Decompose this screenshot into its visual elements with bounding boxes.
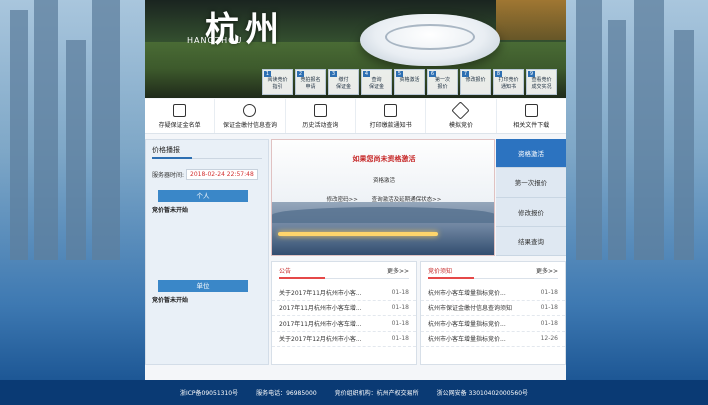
notice-panel: 公告 更多>> 关于2017年11月杭州市小客... 01-18 2017年11月… [271,261,417,365]
quick-link-downloads[interactable]: 相关文件下载 [497,99,566,133]
step-5[interactable]: 5 资格激活 [394,69,425,95]
quick-link-history[interactable]: 历史活动查询 [286,99,356,133]
list-item[interactable]: 杭州市保证金缴付信息查询须知 01-18 [421,301,565,316]
step-3[interactable]: 3 缴付 保证金 [328,69,359,95]
company-tag: 单位 [158,280,248,292]
notice-title: 公告 [279,268,292,275]
personal-tag: 个人 [158,190,248,202]
header-banner: 杭州 HANGZHOU 1 阅读竞价 指引 2 竞拍报名 申请 3 缴付 保证金 4查… [145,0,566,98]
activation-panel: 如果您尚未资格激活 资格激活 修改密码>> 查询激活及延期通保状态>> [271,139,495,256]
personal-status: 竞价暂未开始 [152,207,189,214]
list-item[interactable]: 杭州市小客车增量指标竞价... 01-18 [421,316,565,332]
activation-link[interactable]: 资格激活 [272,176,494,184]
background-cityscape-right [566,0,708,380]
main-container: 杭州 HANGZHOU 1 阅读竞价 指引 2 竞拍报名 申请 3 缴付 保证金 4查… [145,0,566,380]
bid-guide-more-link[interactable]: 更多>> [536,266,558,275]
step-2[interactable]: 2 竞拍报名 申请 [295,69,326,95]
footer-police[interactable]: 浙公网安备 33010402000560号 [437,388,528,397]
bid-guide-panel: 竞价须知 更多>> 杭州市小客车增量指标竞价... 01-18 杭州市保证金缴付信… [420,261,566,365]
lake-image [272,202,494,255]
panel-title: 价格播报 [152,146,180,154]
bid-actions-menu: 资格激活 第一次报价 修改报价 结果查询 [496,139,566,256]
book-icon [524,103,538,117]
step-7[interactable]: 7 修改报价 [460,69,491,95]
quick-link-mock-bid[interactable]: 模拟竞价 [426,99,497,133]
process-steps: 1 阅读竞价 指引 2 竞拍报名 申请 3 缴付 保证金 4 查询 保证金 5 资格激活 … [262,69,557,95]
list-item[interactable]: 杭州市小客车增量指标竞价... 01-18 [421,285,565,301]
quick-link-print-notice[interactable]: 打印缴款通知书 [356,99,427,133]
footer-org: 竞价组织机构：杭州产权交易所 [334,390,419,397]
price-broadcast-panel: 价格播报 服务器时间: 2018-02-24 22:57:48 个人 竞价暂未开… [145,139,269,365]
step-6[interactable]: 6 第一次 报价 [427,69,458,95]
step-8[interactable]: 8 打印竞价 通知书 [493,69,524,95]
logo-hangzhou-en: HANGZHOU [187,36,243,45]
menu-activate[interactable]: 资格激活 [496,139,566,169]
list-item[interactable]: 杭州市小客车增量指标竞价... 12-26 [421,332,565,347]
activation-headline: 如果您尚未资格激活 [352,155,416,163]
quick-link-deposit-list[interactable]: 存疑保证金名单 [145,99,216,133]
list-item[interactable]: 关于2017年12月杭州市小客... 01-18 [272,332,416,347]
company-status: 竞价暂未开始 [152,297,189,304]
footer-icp[interactable]: 浙ICP备09051310号 [180,388,238,397]
calendar-icon [313,103,327,117]
step-4[interactable]: 4 查询 保证金 [361,69,392,95]
step-9[interactable]: 9 查看竞价 成交实况 [526,69,557,95]
bid-guide-title: 竞价须知 [428,268,453,275]
list-item[interactable]: 2017年11月杭州市小客车增... 01-18 [272,301,416,316]
background-cityscape-left [0,0,145,380]
list-item[interactable]: 关于2017年11月杭州市小客... 01-18 [272,285,416,301]
menu-result-query[interactable]: 结果查询 [496,226,566,256]
menu-modify-bid[interactable]: 修改报价 [496,197,566,227]
quick-link-deposit-query[interactable]: 保证金缴付信息查询 [215,99,286,133]
list-item[interactable]: 2017年11月杭州市小客车增... 01-18 [272,316,416,332]
notice-more-link[interactable]: 更多>> [387,266,409,275]
server-time-row: 服务器时间: 2018-02-24 22:57:48 [152,169,262,180]
menu-first-bid[interactable]: 第一次报价 [496,168,566,198]
footer-phone: 服务电话：96985000 [256,390,317,397]
hammer-icon [451,100,471,120]
site-footer: 浙ICP备09051310号 服务电话：96985000 竞价组织机构：杭州产权… [0,380,708,405]
server-time: 2018-02-24 22:57:48 [186,169,258,180]
quick-links-bar: 存疑保证金名单 保证金缴付信息查询 历史活动查询 打印缴款通知书 模拟竞价 相关… [145,99,566,134]
step-1[interactable]: 1 阅读竞价 指引 [262,69,293,95]
document-icon [173,103,187,117]
printer-icon [384,103,398,117]
money-icon [243,103,257,117]
